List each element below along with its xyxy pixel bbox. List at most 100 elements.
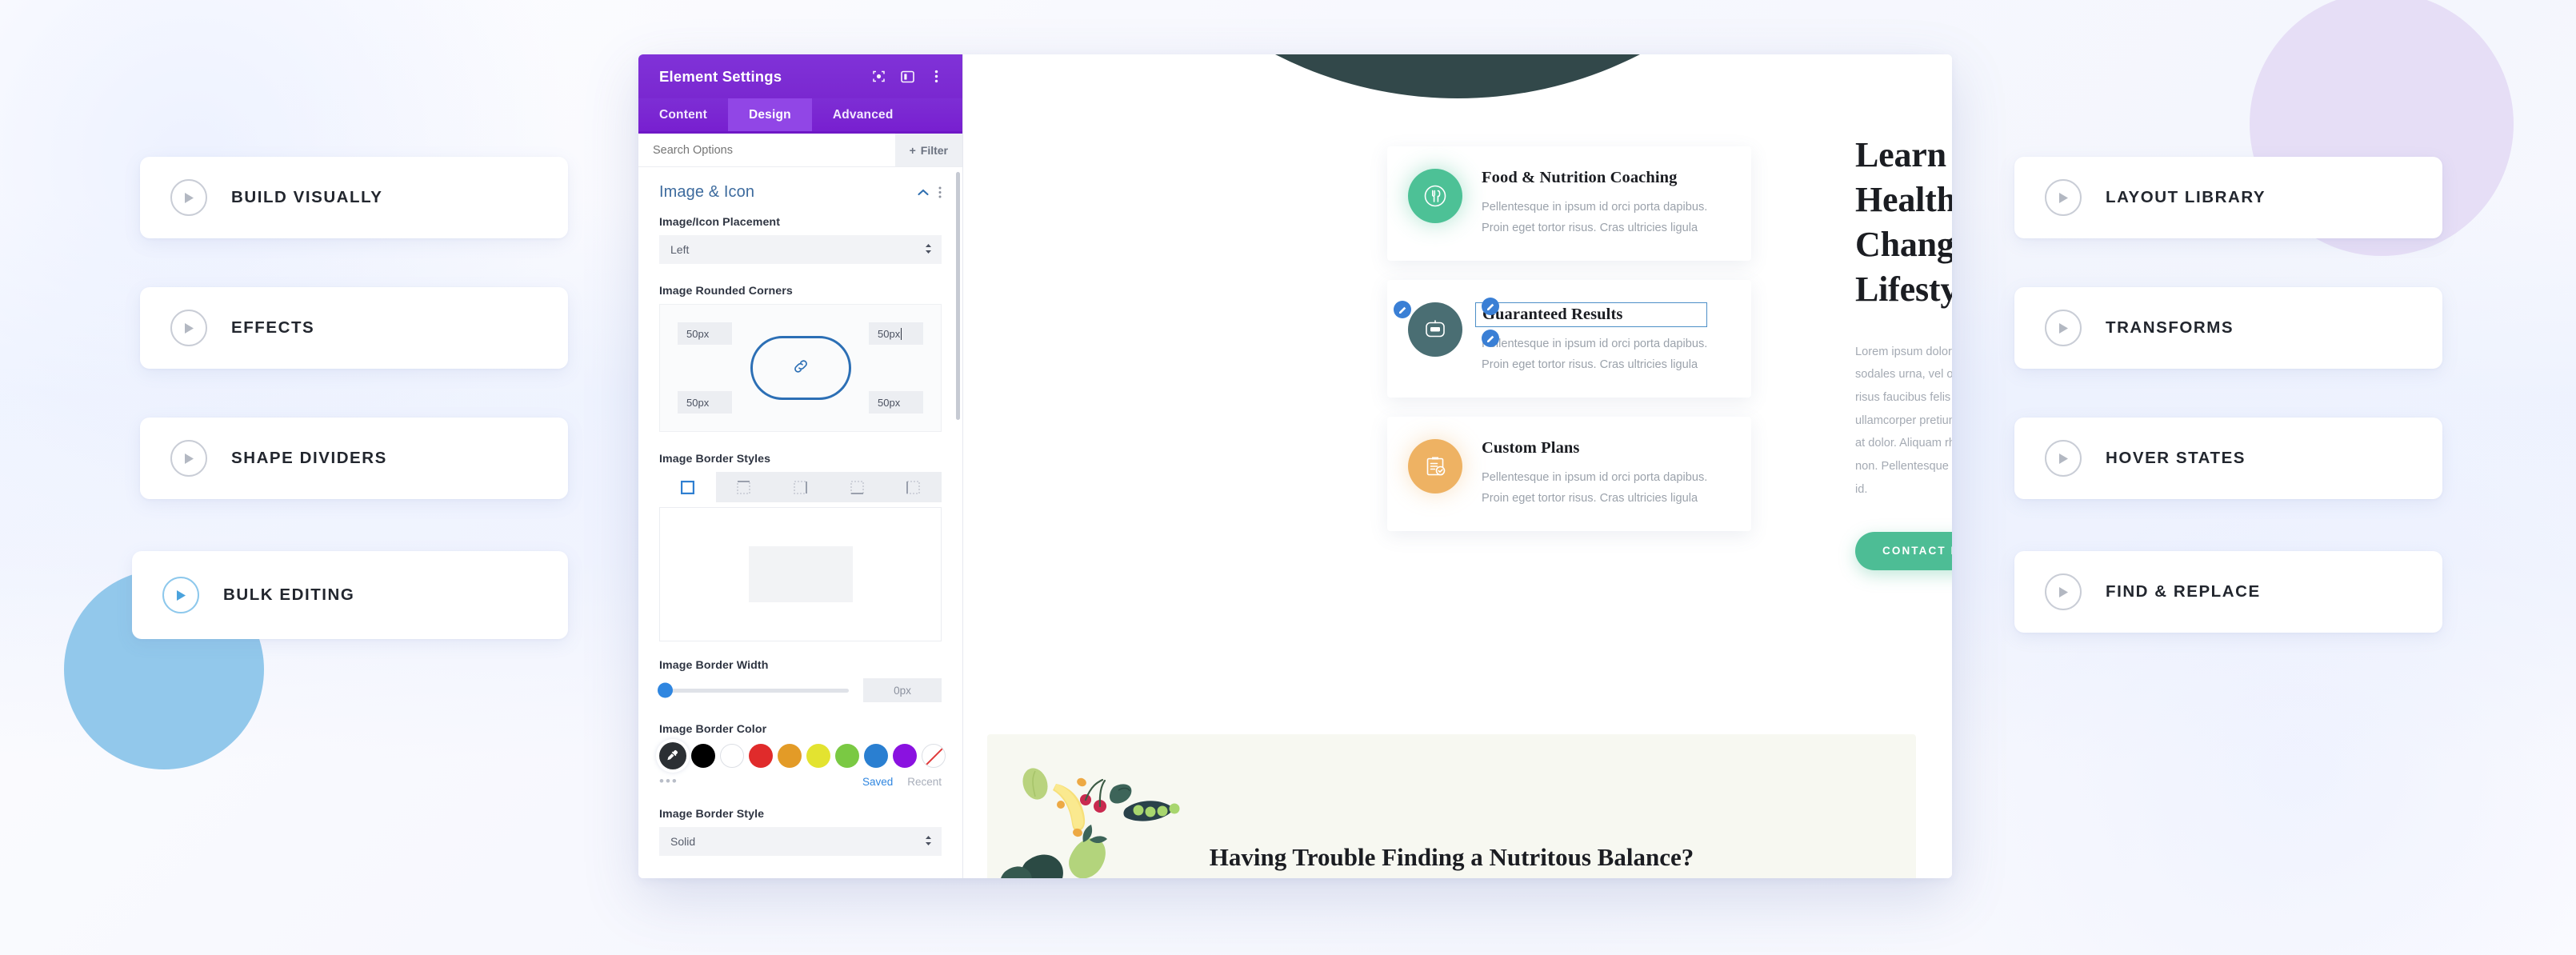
swatch-green[interactable] — [835, 744, 859, 768]
plus-icon: + — [909, 143, 916, 157]
desc-line-2: Proin eget tortor risus. Cras ultricies … — [1482, 491, 1698, 505]
service-card-description: Pellentesque in ipsum id orci porta dapi… — [1482, 468, 1707, 509]
service-card-text: Guaranteed Results Pellentesque in ipsum… — [1475, 302, 1708, 375]
play-icon[interactable] — [2045, 179, 2082, 216]
service-card-description: Pellentesque in ipsum id orci porta dapi… — [1482, 198, 1707, 238]
settings-panel-body: Image & Icon Image/Icon Placement Left I… — [638, 167, 962, 878]
no-color-icon[interactable] — [922, 744, 946, 768]
section-header-image-and-icon[interactable]: Image & Icon — [659, 183, 942, 202]
select-image-icon-placement[interactable]: Left — [659, 235, 942, 264]
play-icon[interactable] — [170, 310, 207, 346]
border-preview-box — [659, 507, 942, 641]
feature-pill-effects[interactable]: EFFECTS — [140, 287, 568, 369]
swatch-black[interactable] — [691, 744, 715, 768]
service-card-food-nutrition-coaching[interactable]: Food & Nutrition Coaching Pellentesque i… — [1387, 146, 1751, 262]
service-card-title: Custom Plans — [1482, 439, 1580, 458]
feature-pill-transforms[interactable]: TRANSFORMS — [2014, 287, 2442, 369]
service-card-text: Custom Plans Pellentesque in ipsum id or… — [1482, 439, 1707, 509]
service-card-title[interactable]: Guaranteed Results — [1475, 302, 1708, 328]
play-icon[interactable] — [162, 577, 199, 613]
service-card-description: Pellentesque in ipsum id orci porta dapi… — [1482, 334, 1707, 375]
settings-panel-scrollbar[interactable] — [956, 172, 960, 420]
feature-label: EFFECTS — [231, 318, 315, 337]
feature-label: BULK EDITING — [223, 585, 355, 604]
desc-line-2: Proin eget tortor risus. Cras ultricies … — [1482, 221, 1698, 234]
feature-label: FIND & REPLACE — [2106, 582, 2261, 601]
corner-preview-shape — [750, 336, 851, 400]
settings-panel-title: Element Settings — [659, 67, 782, 85]
border-width-value[interactable]: 0px — [863, 678, 942, 702]
feature-label: HOVER STATES — [2106, 449, 2246, 467]
edit-handle-icon-module[interactable] — [1394, 301, 1411, 319]
desc-line-1: Pellentesque in ipsum id orci porta dapi… — [1482, 471, 1708, 485]
swatch-orange[interactable] — [778, 744, 802, 768]
swatch-blue[interactable] — [864, 744, 888, 768]
border-styles-options — [659, 472, 942, 502]
layout-panel-icon[interactable] — [895, 65, 919, 89]
recent-colors-link[interactable]: Recent — [907, 776, 942, 788]
select-image-border-style[interactable]: Solid — [659, 827, 942, 856]
search-input[interactable] — [638, 134, 895, 166]
border-style-top-side[interactable] — [716, 472, 773, 502]
swatch-red[interactable] — [749, 744, 773, 768]
more-dots-icon[interactable]: ••• — [659, 774, 848, 788]
tab-content[interactable]: Content — [638, 98, 728, 131]
play-icon[interactable] — [2045, 310, 2082, 346]
service-card-guaranteed-results[interactable]: Guaranteed Results Pellentesque in ipsum… — [1387, 280, 1751, 398]
corner-input-top-left[interactable]: 50px — [678, 322, 732, 345]
swatch-yellow[interactable] — [806, 744, 830, 768]
border-color-footer: ••• Saved Recent — [659, 773, 942, 790]
feature-pill-build-visually[interactable]: BUILD VISUALLY — [140, 157, 568, 238]
border-style-right-side[interactable] — [772, 472, 829, 502]
feature-pill-hover-states[interactable]: HOVER STATES — [2014, 418, 2442, 499]
rounded-corners-control: 50px 50px 50px 50px — [659, 304, 942, 432]
feature-label: LAYOUT LIBRARY — [2106, 188, 2266, 206]
chevron-up-icon[interactable] — [918, 189, 929, 196]
play-icon[interactable] — [2045, 573, 2082, 610]
feature-pill-find-and-replace[interactable]: FIND & REPLACE — [2014, 551, 2442, 633]
border-color-swatches — [659, 742, 946, 769]
feature-pill-bulk-editing[interactable]: BULK EDITING — [132, 551, 568, 639]
play-icon[interactable] — [170, 179, 207, 216]
hero-copy-block: Learn How To Eat Healthy Without Changin… — [1855, 133, 1952, 570]
desc-line-1: Pellentesque in ipsum id orci porta dapi… — [1482, 201, 1708, 214]
section-kebab-menu-icon[interactable] — [938, 186, 942, 198]
corner-input-bottom-left[interactable]: 50px — [678, 391, 732, 414]
edit-handle-body-module[interactable] — [1482, 330, 1499, 348]
border-style-all-sides[interactable] — [659, 472, 716, 502]
bottom-section-heading: Having Trouble Finding a Nutritous Balan… — [1209, 843, 1694, 871]
hero-body-text: Lorem ipsum dolor sit amet, consectetur … — [1855, 345, 1952, 496]
feature-pill-shape-dividers[interactable]: SHAPE DIVIDERS — [140, 418, 568, 499]
link-icon[interactable] — [792, 358, 810, 379]
section-title: Image & Icon — [659, 183, 755, 201]
kebab-menu-icon[interactable] — [924, 65, 948, 89]
filter-button[interactable]: + Filter — [894, 134, 962, 166]
feature-pill-layout-library[interactable]: LAYOUT LIBRARY — [2014, 157, 2442, 238]
slider-thumb[interactable] — [658, 682, 673, 698]
swatch-purple[interactable] — [893, 744, 917, 768]
focus-icon[interactable] — [866, 65, 890, 89]
service-cards-list: Food & Nutrition Coaching Pellentesque i… — [1387, 146, 1751, 550]
contact-me-button[interactable]: CONTACT ME — [1855, 531, 1952, 570]
select-value: Solid — [670, 835, 696, 848]
feature-label: TRANSFORMS — [2106, 318, 2234, 337]
play-icon[interactable] — [2045, 440, 2082, 477]
corner-input-top-right[interactable]: 50px — [869, 322, 923, 345]
saved-colors-link[interactable]: Saved — [862, 776, 893, 788]
tab-advanced[interactable]: Advanced — [812, 98, 914, 131]
edit-handle-title-module[interactable] — [1482, 298, 1499, 316]
service-card-custom-plans[interactable]: Custom Plans Pellentesque in ipsum id or… — [1387, 417, 1751, 532]
play-icon[interactable] — [170, 440, 207, 477]
eyedropper-icon[interactable] — [659, 742, 686, 769]
border-width-slider[interactable] — [658, 682, 849, 698]
tab-design[interactable]: Design — [727, 98, 812, 131]
corner-input-bottom-right[interactable]: 50px — [869, 391, 923, 414]
label-image-border-width: Image Border Width — [659, 659, 769, 672]
settings-panel-titlebar: Element Settings — [638, 54, 962, 98]
page-preview-canvas: Food & Nutrition Coaching Pellentesque i… — [963, 54, 1952, 878]
border-style-bottom-side[interactable] — [829, 472, 886, 502]
border-style-left-side[interactable] — [885, 472, 942, 502]
label-image-border-style: Image Border Style — [659, 808, 765, 821]
swatch-white[interactable] — [720, 744, 744, 768]
scale-icon — [1408, 302, 1462, 358]
